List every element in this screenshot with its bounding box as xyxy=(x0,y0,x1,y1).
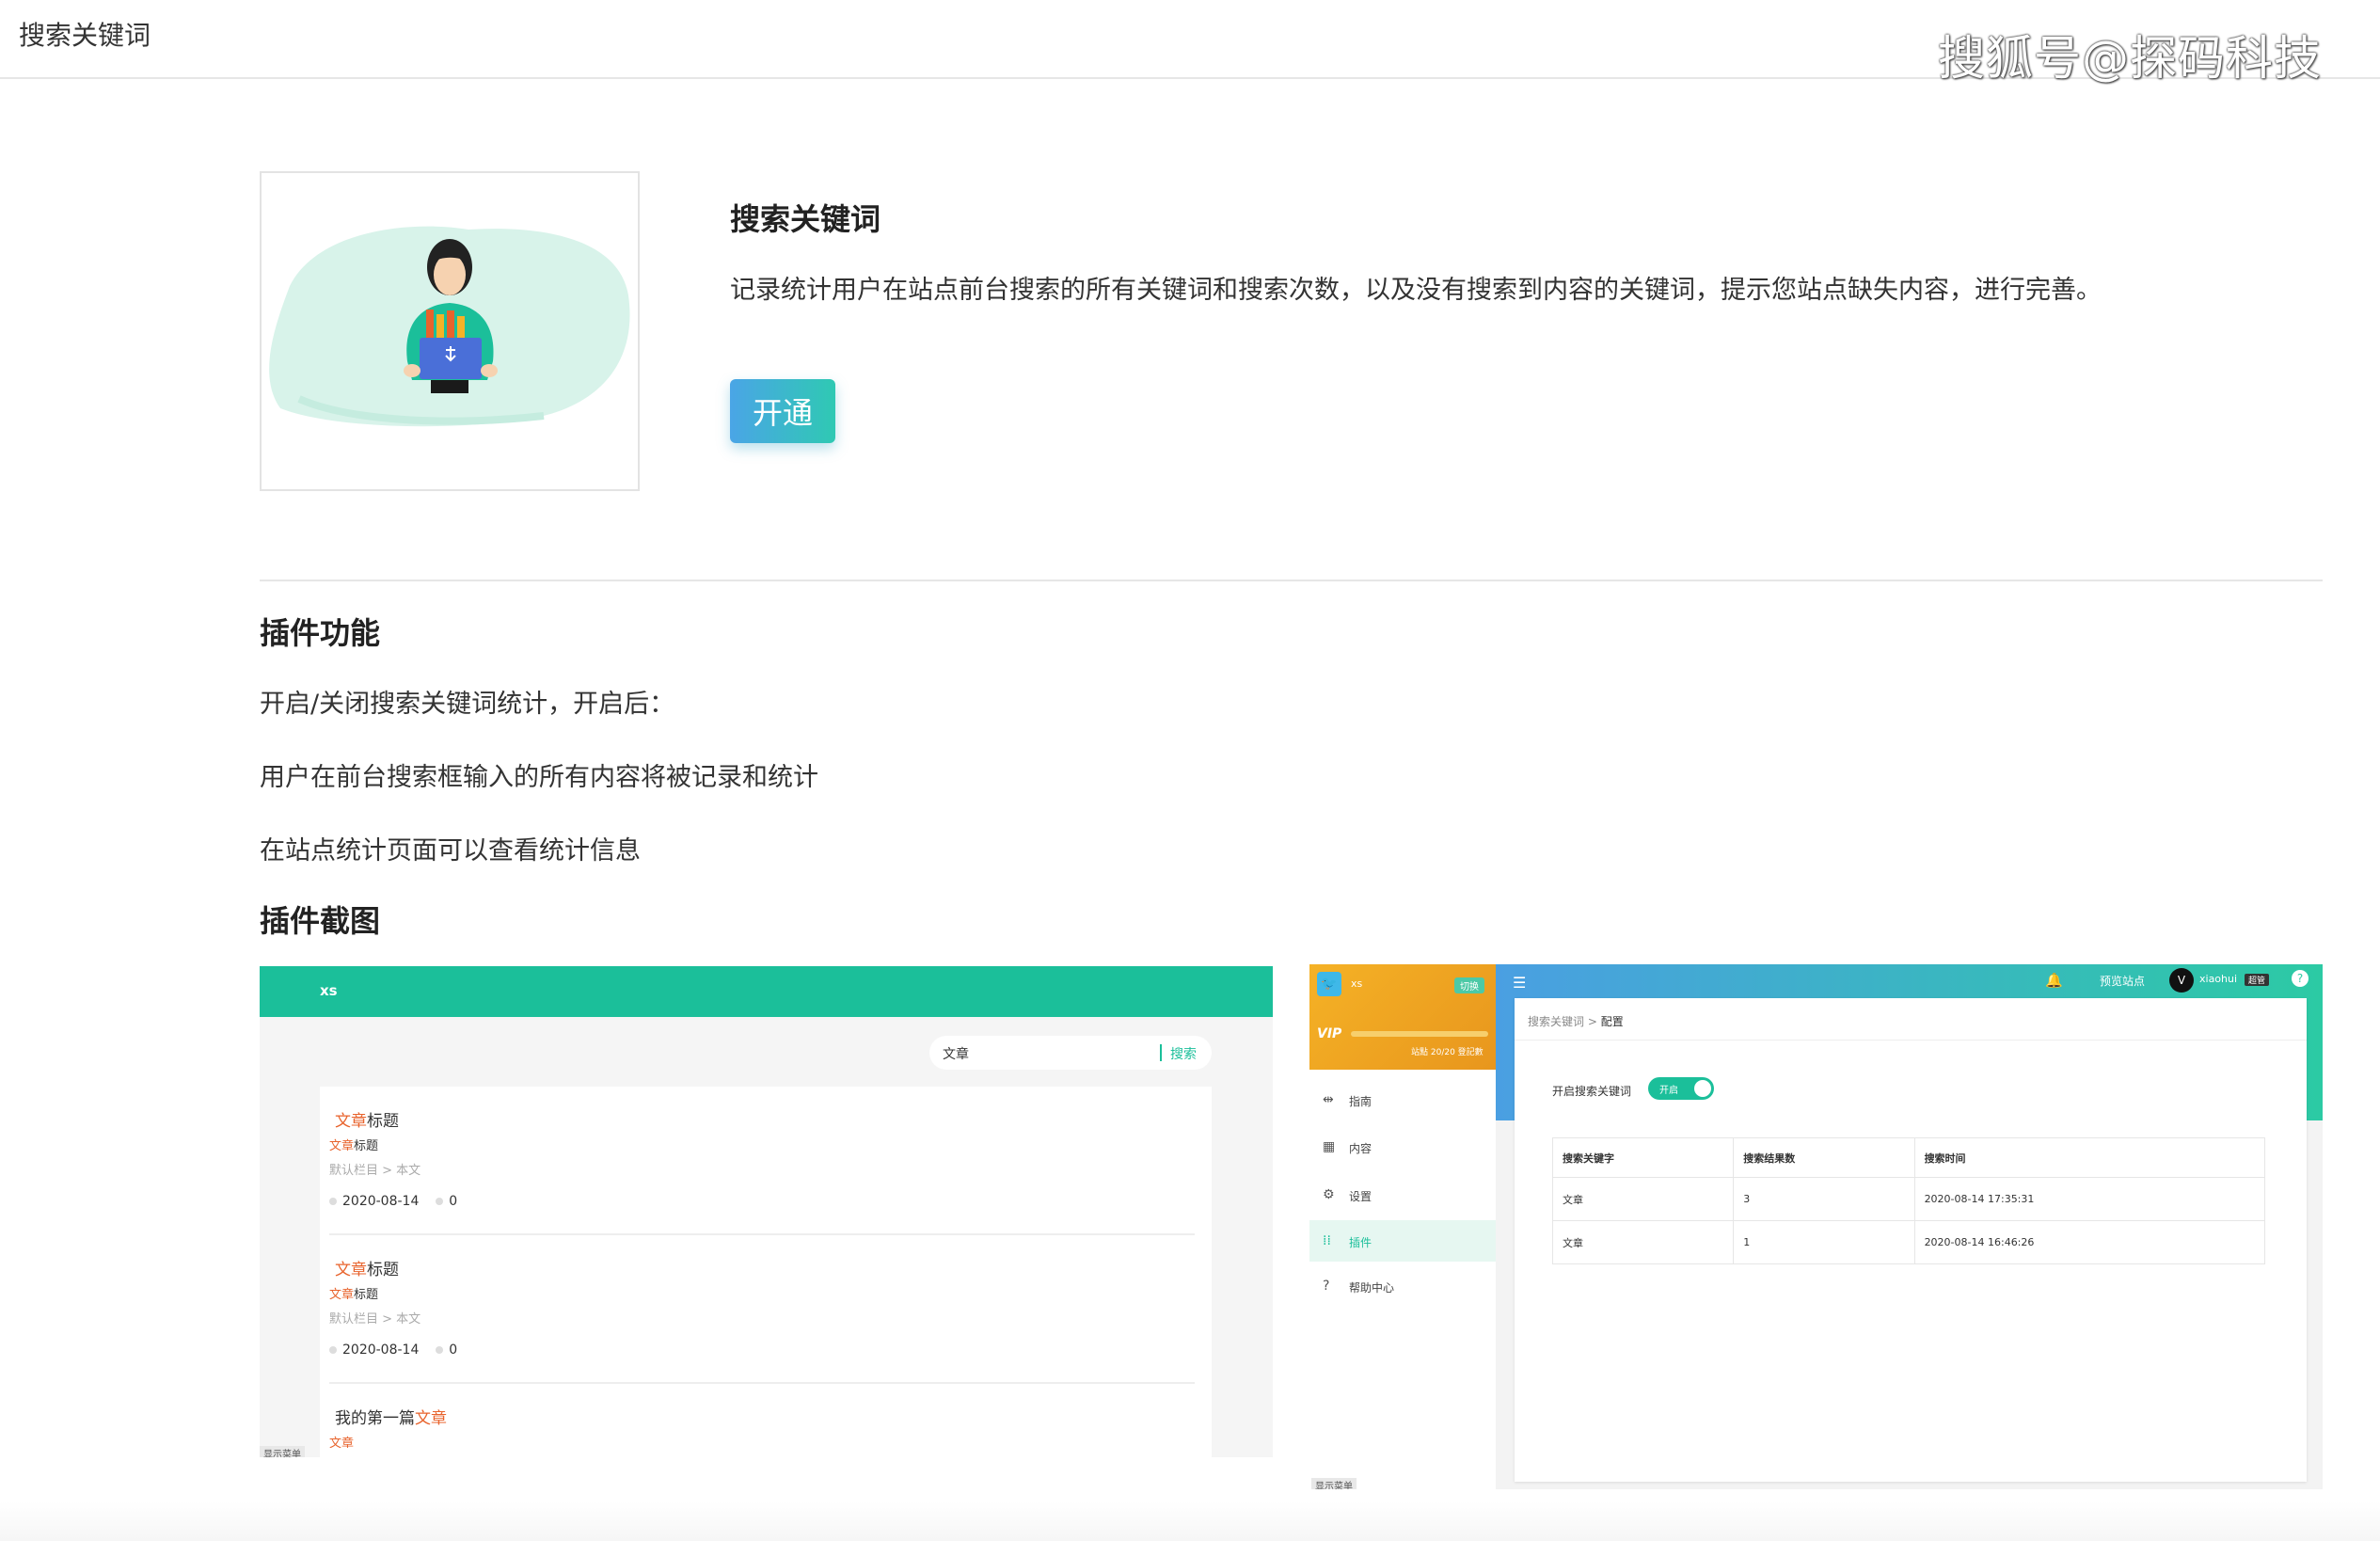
search-button[interactable]: 搜索 xyxy=(1170,1044,1197,1063)
result-title[interactable]: 文章标题 xyxy=(335,1107,399,1131)
table-row: 文章 1 2020-08-14 16:46:26 xyxy=(1551,1220,2266,1264)
feature-line: 开启/关闭搜索关键词统计，开启后： xyxy=(260,690,675,719)
feature-line: 在站点统计页面可以查看统计信息 xyxy=(260,836,641,866)
toggle-label: 开启搜索关键词 xyxy=(1552,1085,1632,1098)
admin-sidebar: 🐦 xs 切换 VIP 站點 20/20 登記數 ⇹ 指南 ▦ 内容 ⚙ 设置 … xyxy=(1309,964,1496,1489)
role-badge: 超管 xyxy=(2245,974,2270,986)
sidebar-item-label: 帮助中心 xyxy=(1349,1281,1395,1295)
result-summary: 文章标题 xyxy=(329,1288,379,1302)
table-cell: 2020-08-14 16:46:26 xyxy=(1913,1220,2266,1264)
screenshot-admin-config[interactable]: 🐦 xs 切换 VIP 站點 20/20 登記數 ⇹ 指南 ▦ 内容 ⚙ 设置 … xyxy=(1309,964,2323,1489)
plugin-detail-page: 搜索关键词 搜狐号@探码科技 搜索关键词 记录统计用户在站点前台搜索的所有关键词… xyxy=(0,0,2380,1541)
sidebar-item-label: 指南 xyxy=(1349,1095,1372,1108)
sidebar-item-help[interactable]: ? 帮助中心 xyxy=(1309,1265,1496,1307)
plugin-description: 记录统计用户在站点前台搜索的所有关键词和搜索次数，以及没有搜索到内容的关键词，提… xyxy=(730,276,2102,305)
admin-site-name: xs xyxy=(1351,977,1363,990)
site-logo-icon: 🐦 xyxy=(1317,972,1341,996)
site-name: xs xyxy=(320,982,338,999)
gear-icon: ⚙ xyxy=(1323,1187,1335,1202)
breadcrumb-current: 配置 xyxy=(1600,1015,1624,1028)
result-title[interactable]: 文章标题 xyxy=(335,1256,399,1279)
features-title: 插件功能 xyxy=(260,615,381,651)
vip-progress xyxy=(1351,1031,1488,1037)
grid-icon: ▦ xyxy=(1323,1139,1336,1154)
vip-badge: VIP xyxy=(1317,1026,1342,1041)
table-cell: 3 xyxy=(1733,1177,1915,1221)
enable-keyword-toggle[interactable]: 开启 xyxy=(1648,1077,1714,1100)
sidebar-item-label: 内容 xyxy=(1349,1142,1372,1155)
table-cell: 2020-08-14 17:35:31 xyxy=(1913,1177,2266,1221)
plugin-illustration xyxy=(260,171,640,491)
result-summary: 文章 xyxy=(329,1437,355,1451)
switch-site-button[interactable]: 切换 xyxy=(1454,977,1484,993)
search-separator xyxy=(1160,1044,1162,1061)
page-title: 搜索关键词 xyxy=(19,20,151,51)
list-item[interactable]: 文章标题 文章标题 默认栏目 > 本文 2020-08-14 0 xyxy=(320,1087,1212,1235)
sidebar-item-settings[interactable]: ⚙ 设置 xyxy=(1309,1174,1496,1215)
preview-site-link[interactable]: 预览站点 xyxy=(2100,973,2145,989)
guide-icon: ⇹ xyxy=(1323,1092,1334,1107)
table-cell: 1 xyxy=(1733,1220,1915,1264)
result-title[interactable]: 我的第一篇文章 xyxy=(335,1405,447,1428)
open-button[interactable]: 开通 xyxy=(730,379,835,443)
watermark: 搜狐号@探码科技 xyxy=(1938,31,2322,86)
help-icon: ? xyxy=(1323,1279,1330,1294)
toggle-state: 开启 xyxy=(1659,1086,1678,1096)
vip-info: 站點 20/20 登記數 xyxy=(1411,1048,1484,1057)
result-summary: 文章标题 xyxy=(329,1139,379,1153)
sidebar-item-plugins[interactable]: ⁞⁞ 插件 xyxy=(1309,1220,1496,1262)
sidebar-item-label: 设置 xyxy=(1349,1190,1372,1203)
help-icon[interactable]: ? xyxy=(2292,970,2309,987)
breadcrumb-parent[interactable]: 搜索关键词 xyxy=(1528,1015,1584,1028)
screenshot-frontend-search[interactable]: xs 文章 搜索 文章标题 文章标题 默认栏目 > 本文 2020-08-14 … xyxy=(260,966,1273,1457)
bottom-shadow xyxy=(0,1501,2380,1541)
clock-icon xyxy=(329,1346,337,1354)
eye-icon xyxy=(436,1198,444,1205)
search-results: 文章标题 文章标题 默认栏目 > 本文 2020-08-14 0 文章标题 文章… xyxy=(320,1087,1212,1457)
list-item[interactable]: 文章标题 文章标题 默认栏目 > 本文 2020-08-14 0 xyxy=(320,1235,1212,1384)
show-menu-tag[interactable]: 显示菜单 xyxy=(260,1446,305,1457)
clock-icon xyxy=(329,1198,337,1205)
table-cell: 文章 xyxy=(1551,1177,1735,1221)
show-menu-tag[interactable]: 显示菜单 xyxy=(1311,1478,1357,1489)
username[interactable]: xiaohui xyxy=(2199,973,2237,985)
sidebar-item-content[interactable]: ▦ 内容 xyxy=(1309,1126,1496,1168)
result-meta: 2020-08-14 0 xyxy=(329,1194,457,1209)
search-input-value[interactable]: 文章 xyxy=(943,1044,969,1063)
bell-icon[interactable]: 🔔 xyxy=(2045,972,2063,989)
top-bar: 搜索关键词 搜狐号@探码科技 xyxy=(0,0,2380,86)
keyword-table: 搜索关键字 搜索结果数 搜索时间 文章 3 2020-08-14 17:35:3… xyxy=(1551,1137,2266,1264)
vip-card: 🐦 xs 切换 VIP 站點 20/20 登記數 xyxy=(1309,964,1496,1070)
section-divider xyxy=(260,580,2323,581)
breadcrumb: 搜索关键词 > 配置 xyxy=(1528,1015,1624,1028)
column-header: 搜索时间 xyxy=(1913,1137,2266,1178)
apps-icon: ⁞⁞ xyxy=(1323,1233,1331,1248)
screenshots-title: 插件截图 xyxy=(260,903,381,939)
result-category: 默认栏目 > 本文 xyxy=(329,1164,421,1178)
sidebar-item-label: 插件 xyxy=(1349,1236,1372,1249)
plugin-name: 搜索关键词 xyxy=(730,201,881,237)
column-header: 搜索关键字 xyxy=(1551,1137,1735,1178)
sidebar-item-guide[interactable]: ⇹ 指南 xyxy=(1309,1079,1496,1120)
config-card: 搜索关键词 > 配置 开启搜索关键词 开启 搜索关键字 搜索结果数 搜索时间 文… xyxy=(1515,998,2307,1482)
list-item[interactable]: 我的第一篇文章 文章 xyxy=(320,1384,1212,1457)
search-box[interactable]: 文章 搜索 xyxy=(929,1036,1212,1070)
table-header-row: 搜索关键字 搜索结果数 搜索时间 xyxy=(1551,1137,2266,1178)
eye-icon xyxy=(436,1346,444,1354)
table-cell: 文章 xyxy=(1551,1220,1735,1264)
result-category: 默认栏目 > 本文 xyxy=(329,1312,421,1327)
result-meta: 2020-08-14 0 xyxy=(329,1342,457,1358)
feature-line: 用户在前台搜索框输入的所有内容将被记录和统计 xyxy=(260,763,818,792)
site-header: xs xyxy=(260,966,1273,1017)
table-row: 文章 3 2020-08-14 17:35:31 xyxy=(1551,1177,2266,1221)
column-header: 搜索结果数 xyxy=(1733,1137,1915,1178)
toggle-knob xyxy=(1694,1080,1711,1097)
avatar[interactable]: V xyxy=(2169,968,2194,993)
menu-toggle-icon[interactable]: ☰ xyxy=(1513,974,1526,992)
